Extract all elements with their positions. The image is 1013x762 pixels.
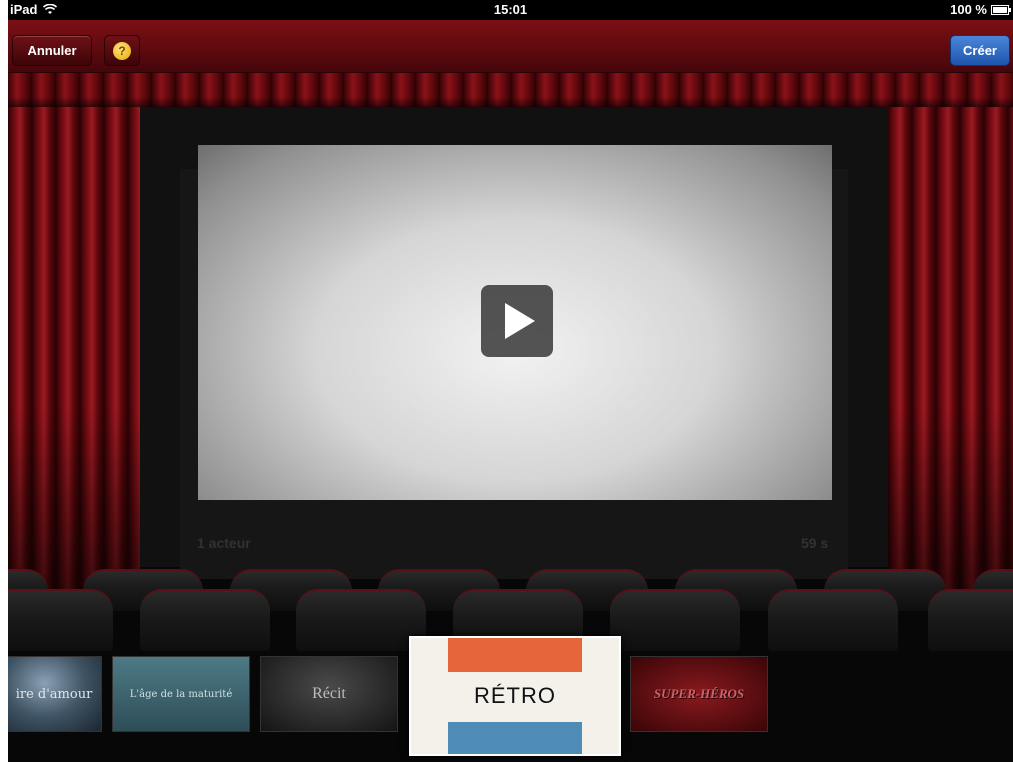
theme-label: RÉTRO — [474, 683, 556, 708]
seat — [928, 589, 1013, 651]
curtain-right — [888, 107, 1013, 607]
theme-narrative[interactable]: Récit — [260, 656, 398, 732]
theme-selector: ire d'amour L'âge de la maturité Récit R… — [8, 636, 1013, 756]
trailer-duration: 59 s — [801, 535, 829, 551]
ipad-screen: iPad 15:01 100 % Annuler ? Créer 1 acteu… — [8, 0, 1013, 762]
curtain-valance — [8, 73, 1013, 107]
cancel-button[interactable]: Annuler — [12, 35, 92, 66]
toolbar: Annuler ? Créer — [8, 20, 1013, 73]
battery-icon — [991, 4, 1011, 15]
seat — [610, 589, 740, 651]
preview-screen[interactable] — [198, 145, 832, 500]
theme-love-story[interactable]: ire d'amour — [8, 656, 102, 732]
seat — [296, 589, 426, 651]
theme-coming-of-age[interactable]: L'âge de la maturité — [112, 656, 250, 732]
curtain-left — [8, 107, 140, 607]
help-icon: ? — [113, 41, 131, 60]
seat — [140, 589, 270, 651]
theatre-scene: 1 acteur 59 s ire d'amour L'âge de la ma… — [8, 73, 1013, 762]
theme-label: L'âge de la maturité — [129, 688, 233, 700]
retro-blue-bar — [448, 722, 582, 754]
battery-percentage: 100 % — [950, 2, 987, 17]
create-button[interactable]: Créer — [950, 35, 1010, 66]
actor-count: 1 acteur — [197, 535, 251, 551]
status-time: 15:01 — [493, 2, 528, 17]
theme-superhero[interactable]: SUPER-HÉROS — [630, 656, 768, 732]
help-button[interactable]: ? — [104, 35, 140, 66]
theme-label: Récit — [312, 685, 346, 702]
status-bar: iPad 15:01 100 % — [8, 0, 1013, 20]
seat — [8, 589, 113, 651]
play-icon — [505, 303, 535, 339]
seat — [768, 589, 898, 651]
theme-retro-selected[interactable]: RÉTRO — [409, 636, 621, 756]
play-button[interactable] — [481, 285, 553, 357]
theme-label: SUPER-HÉROS — [653, 686, 745, 701]
retro-orange-bar — [448, 638, 582, 672]
theme-label: ire d'amour — [15, 686, 93, 702]
